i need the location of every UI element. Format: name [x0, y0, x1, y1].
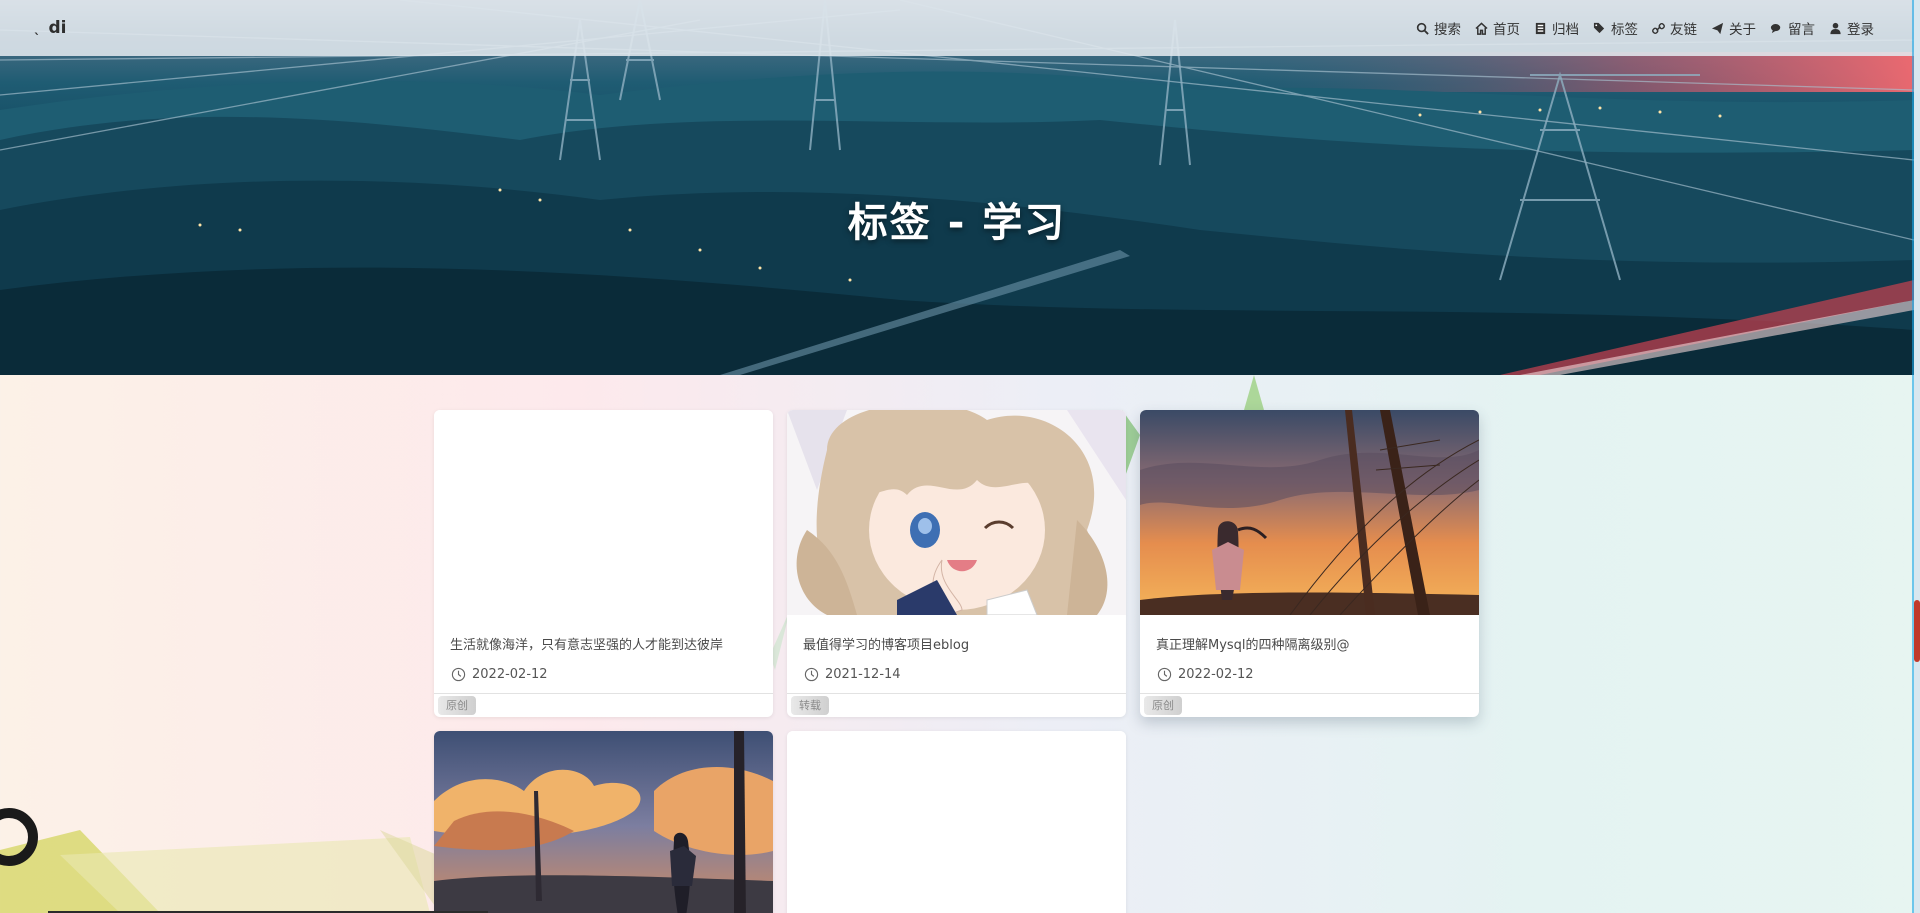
post-meta: 2022-02-12 [1140, 667, 1479, 682]
post-footer: 原创 [434, 693, 773, 717]
archive-icon [1535, 22, 1546, 34]
page-title: 标签 - 学习 [847, 200, 1067, 246]
post-meta: 2022-02-12 [434, 667, 773, 682]
post-title[interactable]: 真正理解Mysql的四种隔离级别@ [1140, 634, 1479, 653]
brand-name: di [48, 18, 67, 38]
post-type-badge: 转载 [791, 696, 829, 715]
brand-mark: ˎ [34, 20, 41, 36]
scrollbar-thumb[interactable] [1914, 600, 1920, 662]
nav-item-archive[interactable]: 归档 [1534, 18, 1579, 38]
post-title[interactable]: 生活就像海洋，只有意志坚强的人才能到达彼岸 [434, 634, 773, 653]
nav-label: 搜索 [1434, 22, 1461, 38]
post-meta: 2021-12-14 [787, 667, 1126, 682]
user-icon [1830, 22, 1841, 34]
nav-label: 友链 [1670, 22, 1697, 38]
post-cover-blank [434, 410, 773, 615]
home-icon [1475, 21, 1488, 35]
post-footer: 原创 [1140, 693, 1479, 717]
page-loader-ring [0, 808, 38, 866]
post-footer: 转载 [787, 693, 1126, 717]
nav-item-home[interactable]: 首页 [1475, 18, 1520, 38]
nav-label: 归档 [1552, 22, 1579, 38]
post-date: 2022-02-12 [472, 667, 548, 682]
top-navbar: ˎ di 搜索 首页 归档 标签 友链 关于 留言 登录 [0, 0, 1914, 56]
post-cover-blank [787, 731, 1126, 913]
post-card[interactable] [434, 731, 773, 913]
brand-logo[interactable]: ˎ di [34, 18, 67, 38]
post-date: 2021-12-14 [825, 667, 901, 682]
nav-item-guestbook[interactable]: 留言 [1770, 18, 1815, 38]
post-cover-sunset-powerlines [1140, 410, 1479, 615]
hero-landscape-illustration [0, 0, 1914, 375]
post-type-badge: 原创 [1144, 696, 1182, 715]
post-card[interactable] [787, 731, 1126, 913]
post-grid: 生活就像海洋，只有意志坚强的人才能到达彼岸 2022-02-12 原创 最值得学… [434, 410, 1480, 913]
nav-label: 关于 [1729, 22, 1756, 38]
post-cover-clouds-sunset [434, 731, 773, 913]
nav-label: 标签 [1611, 22, 1638, 38]
clock-icon [451, 667, 466, 682]
link-icon [1652, 22, 1665, 34]
nav-item-login[interactable]: 登录 [1829, 18, 1874, 38]
clock-icon [1157, 667, 1172, 682]
post-card[interactable]: 最值得学习的博客项目eblog 2021-12-14 转载 [787, 410, 1126, 717]
post-title[interactable]: 最值得学习的博客项目eblog [787, 634, 1126, 653]
tags-icon [1593, 22, 1605, 33]
post-type-badge: 原创 [438, 696, 476, 715]
nav-label: 首页 [1493, 22, 1520, 38]
nav-menu: 搜索 首页 归档 标签 友链 关于 留言 登录 [1416, 18, 1874, 38]
nav-label: 登录 [1847, 22, 1874, 38]
page-scrollbar[interactable] [1914, 0, 1920, 913]
post-card[interactable]: 生活就像海洋，只有意志坚强的人才能到达彼岸 2022-02-12 原创 [434, 410, 773, 717]
post-date: 2022-02-12 [1178, 667, 1254, 682]
comments-icon [1770, 23, 1781, 33]
post-cover-anime-girl [787, 410, 1126, 615]
clock-icon [804, 667, 819, 682]
nav-item-links[interactable]: 友链 [1652, 18, 1697, 38]
nav-label: 留言 [1788, 22, 1815, 38]
nav-item-search[interactable]: 搜索 [1416, 18, 1461, 38]
hero-banner: 标签 - 学习 [0, 0, 1914, 375]
paper-plane-icon [1711, 22, 1724, 34]
nav-item-tags[interactable]: 标签 [1593, 18, 1638, 38]
post-card[interactable]: 真正理解Mysql的四种隔离级别@ 2022-02-12 原创 [1140, 410, 1479, 717]
search-icon [1416, 22, 1429, 35]
nav-item-about[interactable]: 关于 [1711, 18, 1756, 38]
